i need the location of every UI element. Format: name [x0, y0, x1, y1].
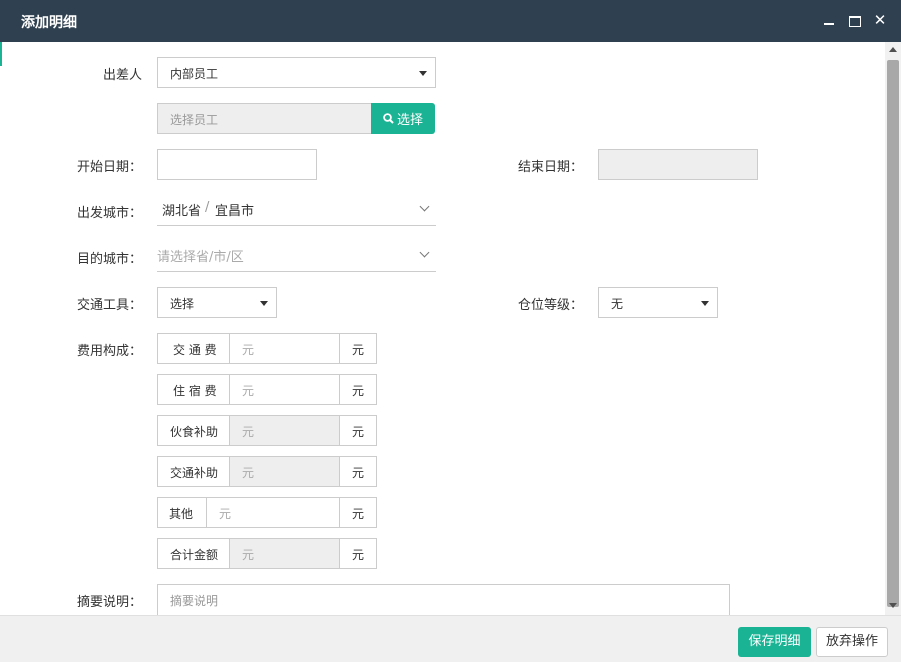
fees-label: 费用构成：	[77, 344, 143, 359]
fee-unit: 元	[339, 497, 377, 528]
end-date-label: 结束日期：	[518, 160, 584, 175]
caret-down-icon	[419, 71, 427, 76]
caret-down-icon	[701, 301, 709, 306]
scroll-down-icon[interactable]	[889, 603, 897, 608]
summary-textarea[interactable]: 摘要说明	[157, 584, 730, 615]
destination-city-label: 目的城市：	[77, 252, 143, 267]
fee-unit-text: 元	[352, 343, 365, 357]
seat-class-label: 仓位等级：	[518, 298, 584, 313]
fee-unit: 元	[339, 456, 377, 487]
scrollbar-thumb[interactable]	[887, 60, 899, 607]
add-detail-dialog: 添加明细 ✕ 出差人 内部员工 选择员工 选择 开始日期： 结束日期： 出发城市…	[0, 0, 901, 662]
end-date-input[interactable]	[598, 149, 758, 180]
search-icon	[383, 113, 394, 124]
cancel-button[interactable]: 放弃操作	[816, 627, 888, 657]
caret-down-icon	[260, 301, 268, 306]
fee-row-transport-allowance: 交通补助 元 元	[157, 456, 377, 487]
destination-city-cascader[interactable]: 请选择省/市/区	[157, 240, 436, 272]
fee-unit: 元	[339, 374, 377, 405]
fee-unit-text: 元	[352, 384, 365, 398]
fee-unit-text: 元	[352, 507, 365, 521]
fee-input-placeholder: 元	[242, 425, 255, 439]
dialog-title: 添加明细	[21, 15, 77, 31]
fee-name: 交 通 费	[157, 333, 230, 364]
fee-unit: 元	[339, 538, 377, 569]
departure-city-label: 出发城市：	[77, 206, 143, 221]
fee-input-placeholder: 元	[242, 548, 255, 562]
chevron-down-icon	[419, 247, 430, 258]
dialog-footer: 保存明细 放弃操作	[0, 615, 901, 662]
destination-city-placeholder: 请选择省/市/区	[157, 250, 244, 265]
minimize-icon[interactable]	[820, 11, 838, 29]
select-employee-button[interactable]: 选择	[371, 103, 435, 134]
fee-unit-text: 元	[352, 548, 365, 562]
traveler-select-value: 内部员工	[170, 67, 219, 81]
fee-input[interactable]: 元	[206, 497, 340, 528]
departure-city-cascader[interactable]: 湖北省 / 宜昌市	[157, 194, 436, 226]
departure-province: 湖北省	[162, 204, 202, 219]
fee-row-lodging: 住 宿 费 元 元	[157, 374, 377, 405]
maximize-icon[interactable]	[846, 11, 864, 29]
select-employee-button-label: 选择	[397, 113, 424, 128]
fee-input: 元	[229, 538, 340, 569]
left-accent-strip	[0, 42, 2, 66]
fee-row-transport: 交 通 费 元 元	[157, 333, 377, 364]
fee-unit-text: 元	[352, 425, 365, 439]
departure-city: 宜昌市	[215, 204, 255, 219]
traveler-select[interactable]: 内部员工	[157, 57, 436, 88]
close-icon[interactable]: ✕	[871, 11, 889, 29]
start-date-label: 开始日期：	[77, 160, 143, 175]
fee-name-text: 合计金额	[170, 548, 219, 562]
fee-input: 元	[229, 456, 340, 487]
start-date-input[interactable]	[157, 149, 317, 180]
employee-input[interactable]: 选择员工	[157, 103, 372, 134]
fee-name-text: 其他	[169, 507, 194, 521]
transport-select[interactable]: 选择	[157, 287, 277, 318]
fee-row-other: 其他 元 元	[157, 497, 377, 528]
departure-separator: /	[205, 200, 210, 215]
transport-select-value: 选择	[170, 297, 195, 311]
fee-name-text: 伙食补助	[170, 425, 219, 439]
chevron-down-icon	[419, 201, 430, 212]
seat-class-select[interactable]: 无	[598, 287, 718, 318]
fee-name: 住 宿 费	[157, 374, 230, 405]
fee-input: 元	[229, 415, 340, 446]
employee-input-placeholder: 选择员工	[170, 113, 219, 127]
fee-name: 其他	[157, 497, 207, 528]
seat-class-select-value: 无	[611, 297, 624, 311]
summary-placeholder: 摘要说明	[170, 594, 219, 608]
fee-input-placeholder: 元	[219, 507, 232, 521]
fee-input-placeholder: 元	[242, 384, 255, 398]
fee-unit-text: 元	[352, 466, 365, 480]
fee-row-meal-allowance: 伙食补助 元 元	[157, 415, 377, 446]
fee-name: 交通补助	[157, 456, 230, 487]
fee-input-placeholder: 元	[242, 343, 255, 357]
fee-unit: 元	[339, 333, 377, 364]
dialog-titlebar: 添加明细 ✕	[0, 0, 901, 42]
fee-row-total: 合计金额 元 元	[157, 538, 377, 569]
fee-name-text: 交 通 费	[173, 343, 217, 357]
fee-unit: 元	[339, 415, 377, 446]
fee-name-text: 住 宿 费	[173, 384, 217, 398]
transport-label: 交通工具：	[77, 298, 143, 313]
vertical-scrollbar[interactable]	[885, 42, 901, 615]
fee-input[interactable]: 元	[229, 333, 340, 364]
fee-input[interactable]: 元	[229, 374, 340, 405]
fee-name: 伙食补助	[157, 415, 230, 446]
scroll-up-icon[interactable]	[889, 47, 897, 52]
summary-label: 摘要说明：	[77, 595, 143, 610]
fee-name: 合计金额	[157, 538, 230, 569]
save-detail-button[interactable]: 保存明细	[738, 627, 811, 657]
traveler-label: 出差人	[103, 68, 143, 83]
fee-input-placeholder: 元	[242, 466, 255, 480]
fee-name-text: 交通补助	[170, 466, 219, 480]
